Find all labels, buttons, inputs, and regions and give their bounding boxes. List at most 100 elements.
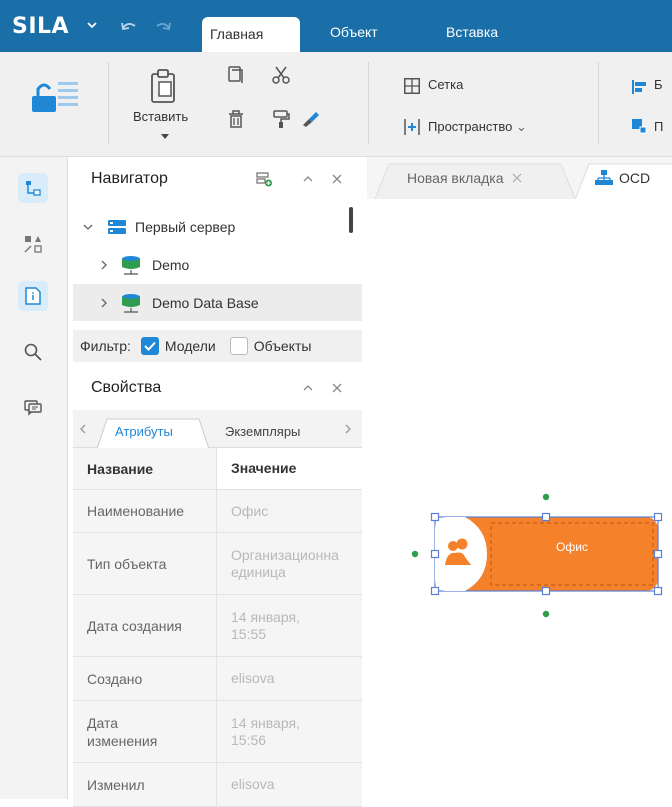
collapse-icon[interactable] [303,176,313,182]
grid-icon[interactable] [404,78,420,94]
undo-icon[interactable] [120,20,140,34]
document-info-icon [25,287,41,305]
tree-icon [26,181,41,196]
navigator-header: Навигатор [73,157,362,201]
space-icon[interactable] [404,118,420,136]
tree-item-label: Demo [152,256,190,273]
close-icon[interactable] [332,383,342,393]
column-name-header: Название [73,448,217,489]
tree-item-label: Demo Data Base [152,294,259,311]
tree-item-demo[interactable]: Demo [73,246,362,283]
models-checkbox[interactable] [140,337,159,355]
properties-header: Свойства [73,366,362,410]
comments-icon [24,400,42,416]
lock-icon [32,82,78,112]
left-sidebar [0,157,68,799]
tab-home[interactable]: Главная [202,17,300,53]
server-icon [108,219,126,234]
diagram-svg[interactable] [367,199,672,799]
property-value[interactable]: 14 января, 15:55 [217,595,362,656]
property-name: Наименование [73,490,217,532]
lock-model-button[interactable] [28,76,84,116]
tab-attributes[interactable]: Атрибуты [115,424,173,439]
canvas-area: Новая вкладка OCD Офис [367,157,672,799]
align-left-icon[interactable] [632,80,648,94]
tree-item-demo-data-base[interactable]: Demo Data Base [73,284,362,321]
tab-insert[interactable]: Вставка [446,24,498,40]
diagram-canvas[interactable]: Офис [367,199,672,799]
style-brush-icon[interactable] [300,110,320,128]
chevron-right-icon[interactable] [345,424,352,434]
copy-icon[interactable] [228,66,244,84]
tab-new[interactable]: Новая вкладка [407,157,522,199]
properties-title: Свойства [91,379,162,396]
ribbon-toolbar: Вставить Сетка Пространство ⌄ Б П [0,52,672,157]
title-bar: SILA Главная Объект Вставка [0,0,672,53]
cut-icon[interactable] [272,66,290,84]
property-name: Дата изменения [73,701,217,762]
column-value-header: Значение [231,460,297,476]
properties-panel: Свойства Атрибуты Экземпляры Название Зн… [73,366,362,807]
tab-ocd-label: OCD [619,170,651,186]
app-logo: SILA [12,14,70,39]
table-row[interactable]: Дата изменения 14 января, 15:56 [73,701,362,763]
objects-checkbox[interactable] [229,337,248,355]
properties-toggle-button[interactable] [18,281,48,311]
table-row[interactable]: Наименование Офис [73,490,362,533]
org-unit-label[interactable]: Офис [491,540,653,554]
chevron-right-icon[interactable] [100,298,108,308]
property-name: Изменил [73,763,217,806]
table-row[interactable]: Изменил elisova [73,763,362,807]
shapes-icon [24,236,42,253]
comments-button[interactable] [18,393,48,423]
paste-button[interactable] [146,68,180,104]
chevron-right-icon[interactable] [100,260,108,270]
property-name: Создано [73,657,217,700]
filter-label: Фильтр: [80,338,131,354]
navigator-title: Навигатор [91,170,168,187]
delete-icon[interactable] [228,110,244,128]
tree-item-label: Первый сервер [135,218,236,235]
tab-ocd[interactable]: OCD [595,157,650,199]
property-name: Дата создания [73,595,217,656]
property-value[interactable]: Организационна единица [217,533,362,594]
property-value[interactable]: elisova [217,763,362,806]
table-row[interactable]: Дата создания 14 января, 15:55 [73,595,362,657]
collapse-icon[interactable] [303,385,313,391]
property-value[interactable]: Офис [217,490,362,532]
app-menu-chevron-icon[interactable] [84,17,100,33]
space-label[interactable]: Пространство ⌄ [428,119,527,135]
close-icon[interactable] [512,173,522,183]
format-painter-icon[interactable] [272,110,290,128]
align-label-cut[interactable]: Б [654,77,663,92]
redo-icon[interactable] [152,20,172,34]
close-icon[interactable] [332,174,342,184]
arrange-icon[interactable] [632,119,648,135]
models-label[interactable]: Модели [165,338,216,354]
tab-new-label: Новая вкладка [407,170,504,186]
property-value[interactable]: 14 января, 15:56 [217,701,362,762]
search-button[interactable] [18,337,48,367]
paste-dropdown-icon[interactable] [161,134,169,140]
arrange-label-cut[interactable]: П [654,119,663,134]
filter-bar: Фильтр: Модели Объекты [73,330,362,362]
table-row[interactable]: Тип объекта Организационна единица [73,533,362,595]
clipboard-icon [151,69,175,103]
chevron-down-icon[interactable] [83,223,93,231]
database-icon [122,255,140,275]
table-row[interactable]: Создано elisova [73,657,362,701]
navigator-toggle-button[interactable] [18,173,48,203]
database-icon [122,293,140,313]
chevron-left-icon[interactable] [79,424,86,434]
tab-instances[interactable]: Экземпляры [225,424,300,439]
new-server-icon[interactable] [256,171,272,187]
grid-label[interactable]: Сетка [428,77,463,92]
property-value[interactable]: elisova [217,657,362,700]
tab-object[interactable]: Объект [330,24,378,40]
tree-item-server[interactable]: Первый сервер [73,208,362,245]
property-name: Тип объекта [73,533,217,594]
shapes-button[interactable] [18,229,48,259]
properties-grid: Название Значение Наименование Офис Тип … [73,448,362,807]
navigator-scrollbar[interactable] [349,207,353,233]
objects-label[interactable]: Объекты [254,338,312,354]
